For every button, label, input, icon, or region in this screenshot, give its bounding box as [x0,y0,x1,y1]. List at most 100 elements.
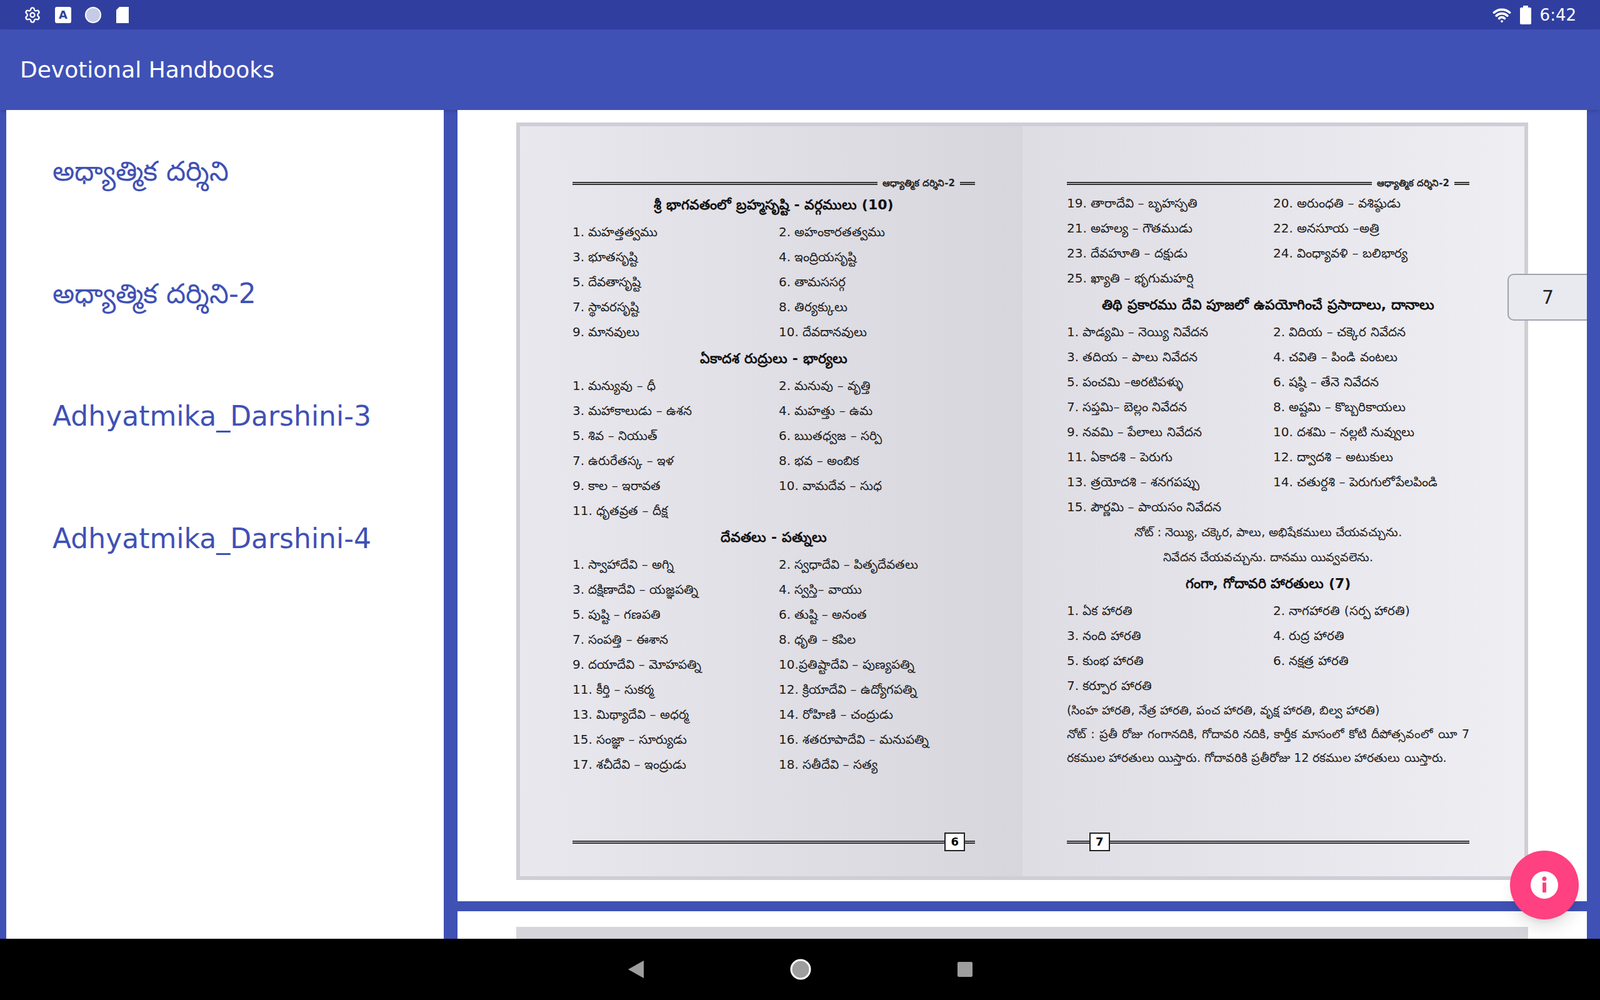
list-item: 1. స్వాహాదేవి – అగ్ని [572,551,769,577]
section-title: శ్రీ భాగవతంలో బ్రహ్మసృష్టి - వర్గములు (1… [572,190,975,220]
list-item: 2. నాగహారతి (సర్ప హారతి) [1273,598,1470,624]
list-item: 4. రుద్ర హారతి [1273,623,1470,649]
sd-card-icon [115,6,130,24]
list-item: 14. చతుర్దశి – పెరుగులోపేలపిండి [1273,469,1470,495]
list-item: 8. తిర్యక్కులు [778,294,975,320]
list-item: 4. ఇంద్రియసృష్టి [778,244,975,270]
list-item: 18. సతీదేవి – సత్య [778,751,975,777]
list-item: 6. నక్షత్ర హారతి [1273,648,1470,674]
list-item: 7. సప్తమి– బెల్లం నివేదన [1066,394,1264,420]
info-icon [1530,870,1559,900]
note: నోట్ : నెయ్యి, చక్కెర, పాలు, అభిషేకములు … [1066,519,1470,570]
list-item: 2. విదియ – చక్కెర నివేదన [1273,319,1470,345]
list-item: 4. మహత్తు – ఉమ [778,398,975,424]
sidebar-item[interactable]: అధ్యాత్మిక దర్శిని-2 [6,232,444,355]
battery-icon [1520,5,1532,25]
list-item: 19. తారాదేవి – బృహస్పతి [1066,190,1264,216]
paragraph: (సింహ హారతి, నేత్ర హారతి, పంచ హారతి, వృక… [1066,698,1470,722]
list-item: 10. దేవదానవులు [778,319,975,345]
list-item: 10.ప్రతిష్టాదేవి – పుణ్యపత్ని [778,651,975,677]
paragraph: నోట్ : ప్రతీ రోజు గంగానదికి, గోదావరి నది… [1066,721,1470,770]
list-item: 10. వామదేవ – సుధ [778,473,975,499]
page-number: 6 [944,832,965,852]
list-item: 5. దేవతాసృష్టి [572,269,769,295]
document-page: ఆధ్యాత్మిక దర్శిని-2శ్రీ భాగవతంలో బ్రహ్మ… [520,126,1023,877]
app-screen: A 6:42 Devotional Handbooks అధ్యాత్మిక దర్శ… [0,0,1600,1000]
list-item: 7. సంపత్తి – ఈశాన [572,626,769,652]
info-button[interactable] [1510,850,1579,920]
list-item: 23. దేవహూతి – దక్షుడు [1066,240,1264,266]
list-item: 6. షష్ఠి – తేనె నివేదన [1273,369,1470,395]
list-item: 12. క్రియాదేవి – ఉద్యోగపత్ని [778,676,975,702]
clock: 6:42 [1540,6,1577,24]
item-list: 1. మన్యువు – ధీ2. మనువు – వృత్తి3. మహాకా… [572,373,975,524]
list-item: 5. శివ – నియుత్ [572,423,769,449]
list-item: 3. తదియ – పాలు నివేదన [1066,344,1264,370]
list-item: 4. చవితి – పిండి వంటలు [1273,344,1470,370]
next-page-preview [516,926,1529,939]
list-item: 6. తుష్టి – అనంత [778,601,975,627]
list-item: 8. ధృతి – కపిల [778,626,975,652]
list-item: 15. పౌర్ణమి – పాయసం నివేదన [1066,494,1264,520]
section-title: తిథి ప్రకారము దేవి పూజలో ఉపయోగించే ప్రసా… [1066,290,1470,320]
list-item: 3. నంది హారతి [1066,623,1264,649]
page-header: ఆధ్యాత్మిక దర్శిని-2 [572,176,975,191]
item-list: 1. స్వాహాదేవి – అగ్ని 2. స్వధాదేవి – పితృ… [572,551,975,777]
list-item: 21. అహల్య – గౌతముడు [1066,215,1264,241]
list-item: 8. అష్టమి – కొబ్బరికాయలు [1273,394,1470,420]
list-item: 9. కాల – ఇరావత [572,473,769,499]
list-item: 12. ద్వాదశి – అటుకులు [1273,444,1470,470]
list-item: 2. స్వధాదేవి – పితృదేవతలు [778,551,975,577]
sidebar-item[interactable]: Adhyatmika_Darshini-4 [6,477,444,600]
reader-panel: ఆధ్యాత్మిక దర్శిని-2శ్రీ భాగవతంలో బ్రహ్మ… [457,110,1587,939]
item-list: 1. ఏక హారతి 2. నాగహారతి (సర్ప హారతి) 3. నం… [1066,598,1470,699]
list-item: 11. ధృతవ్రత – దీక్ష [572,498,769,524]
list-item: 22. అనసూయ –అత్రి [1273,215,1470,241]
list-item: 13. త్రయోదశి – శనగపప్పు [1066,469,1264,495]
list-item: 5. పంచమి –అరటిపళ్ళు [1066,369,1264,395]
list-item: 16. శతరూపాదేవి – మనుపత్ని [778,726,975,752]
scanned-page-spread: ఆధ్యాత్మిక దర్శిని-2శ్రీ భాగవతంలో బ్రహ్మ… [516,122,1529,880]
list-item: 9. మానవులు [572,319,769,345]
navigation-bar [0,938,1600,1000]
app-title: Devotional Handbooks [20,53,275,87]
sync-icon [85,6,102,24]
app-bar: Devotional Handbooks [0,29,1600,110]
page-footer: 6 [572,825,975,852]
keyboard-icon: A [55,6,72,24]
list-item: 3. దక్షిణాదేవి – యజ్ఞపత్ని [572,576,769,602]
home-icon[interactable] [788,957,813,982]
list-item: 6. తామససర్గ [778,269,975,295]
list-item: 5. పుష్టి – గణపతి [572,601,769,627]
list-item: 6. ఋతధ్వజ – సర్పి [778,423,975,449]
list-item: 2. అహంకారతత్వము [778,219,975,245]
section-title: ఏకాదశ రుద్రులు - భార్యలు [572,344,975,374]
list-item: 25. ఖ్యాతి – భృగుమహర్షి [1066,265,1264,291]
page-number: 7 [1089,832,1110,852]
back-icon[interactable] [626,959,645,980]
list-item: 10. దశమి – నల్లటి నువ్వులు [1273,419,1470,445]
page-header: ఆధ్యాత్మిక దర్శిని-2 [1066,176,1470,191]
list-item: 9. దయాదేవి – మోహపత్ని [572,651,769,677]
page-badge: 7 [1507,273,1587,321]
list-item: 1. పాడ్యమి – నెయ్యి నివేదన [1066,319,1264,345]
settings-icon [23,6,42,24]
list-item: 14. రోహిణి – చంద్రుడు [778,701,975,727]
list-item: 11. ఏకాదశి – పెరుగు [1066,444,1264,470]
list-item: 3. భూతసృష్టి [572,244,769,270]
sidebar-item[interactable]: Adhyatmika_Darshini-3 [6,355,444,478]
section-title: గంగా, గోదావరి హారతులు (7) [1066,569,1470,599]
list-item: 1. మన్యువు – ధీ [572,373,769,399]
sidebar-item[interactable]: అధ్యాత్మిక దర్శిని [6,110,444,233]
list-item: 1. మహత్తత్వము [572,219,769,245]
list-item: 8. భవ – అంబిక [778,448,975,474]
list-item: 7. ఉరురేతస్క – ఇళ [572,448,769,474]
list-item: 7. స్థావరసృష్టి [572,294,769,320]
status-bar: A 6:42 [0,0,1600,30]
recents-icon[interactable] [956,960,974,979]
sidebar: అధ్యాత్మిక దర్శినిఅధ్యాత్మిక దర్శిని-2Ad… [6,110,444,939]
list-item: 1. ఏక హారతి [1066,598,1264,624]
list-item: 20. అరుంధతి – వశిష్ఠుడు [1273,190,1470,216]
list-item: 11. కీర్తి – సుకర్మ [572,676,769,702]
list-item: 17. శచీదేవి – ఇంద్రుడు [572,751,769,777]
